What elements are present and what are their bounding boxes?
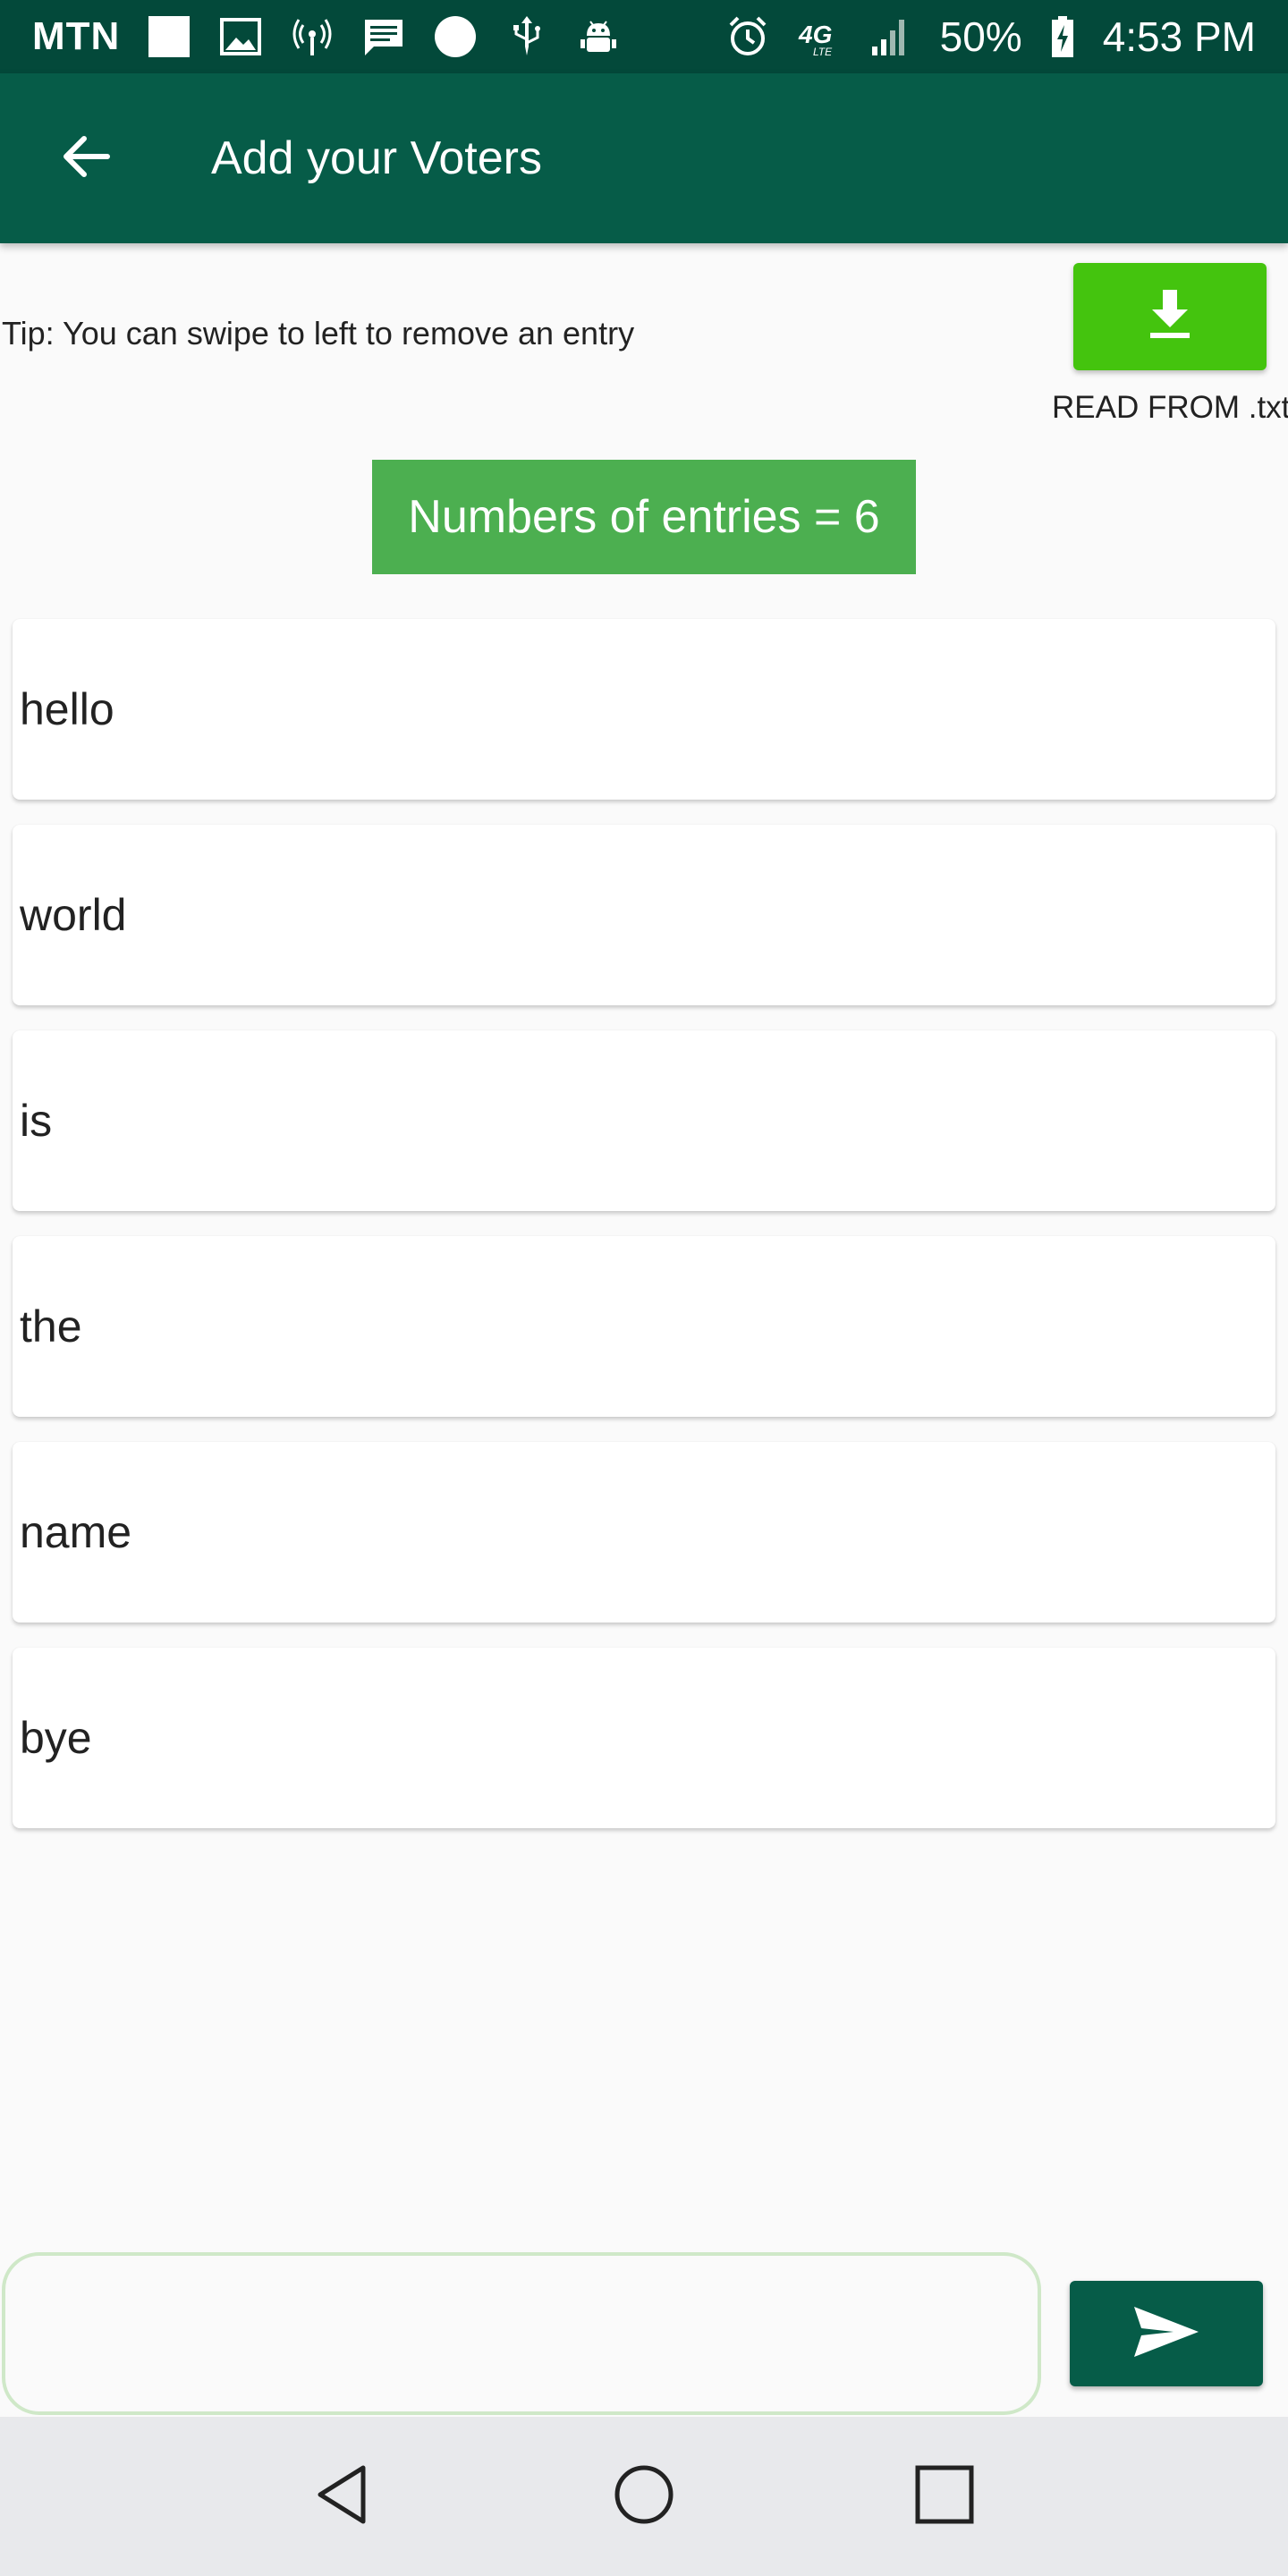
read-from-txt-label: READ FROM .txt [1052,390,1288,425]
hotspot-icon [290,14,335,59]
voter-list: hello world is the name bye [13,619,1275,1853]
signal-icon [869,14,913,59]
arrow-back-icon [57,128,114,190]
send-icon [1131,2303,1202,2365]
nav-recents-button[interactable] [902,2453,987,2539]
4g-lte-icon: 4G LTE [797,14,842,59]
list-item[interactable]: world [13,825,1275,1005]
download-icon [1141,286,1199,348]
svg-text:LTE: LTE [813,46,833,58]
list-item[interactable]: bye [13,1648,1275,1828]
swipe-tip: Tip: You can swipe to left to remove an … [2,315,635,352]
clock: 4:53 PM [1102,13,1256,60]
send-button[interactable] [1070,2281,1263,2386]
entries-count-badge: Numbers of entries = 6 [372,460,916,574]
carrier-name: MTN [32,14,121,58]
android-debug-icon [576,14,621,59]
recents-square-icon [909,2459,980,2535]
message-icon [361,14,406,59]
nav-home-button[interactable] [601,2453,687,2539]
list-item[interactable]: name [13,1442,1275,1623]
voter-entry-input[interactable] [2,2252,1041,2415]
list-item[interactable]: the [13,1236,1275,1417]
back-button[interactable] [43,115,129,201]
system-nav-bar [0,2417,1288,2576]
battery-percent: 50% [939,13,1022,60]
app-bar: Add your Voters [0,73,1288,243]
white-square-icon [147,14,191,59]
status-bar-right: 4G LTE 50% 4:53 PM [725,13,1256,61]
usb-icon [504,14,549,59]
circle-icon [433,14,478,59]
nav-back-button[interactable] [301,2453,386,2539]
status-bar-left: MTN [32,14,621,59]
read-from-txt-button[interactable] [1073,263,1267,370]
list-item[interactable]: is [13,1030,1275,1211]
page-title: Add your Voters [211,132,542,184]
image-icon [218,14,263,59]
list-item[interactable]: hello [13,619,1275,800]
status-bar: MTN 4G LTE 50% 4:53 PM [0,0,1288,73]
svg-text:4G: 4G [798,21,832,48]
home-circle-icon [608,2459,680,2535]
back-triangle-icon [308,2459,379,2535]
alarm-icon [725,14,770,59]
battery-charging-icon [1049,14,1076,59]
